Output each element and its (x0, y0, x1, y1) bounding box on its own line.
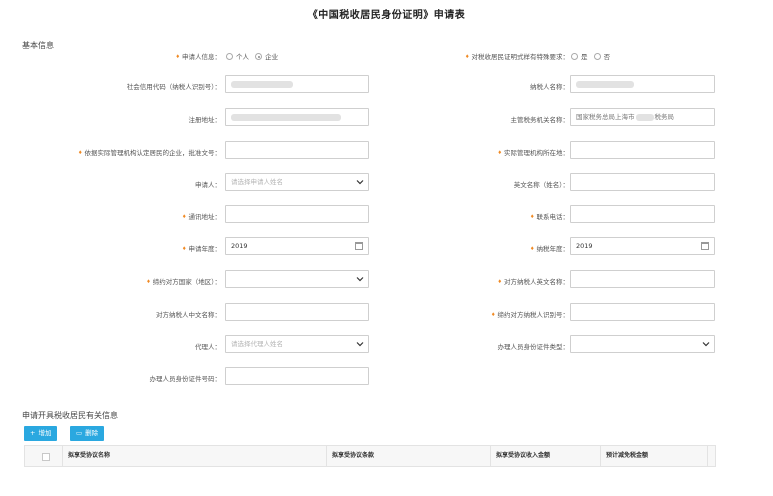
tax-year-label: 纳税年度： (530, 243, 570, 253)
counterparty-cn-name-label: 对方纳税人中文名称： (156, 311, 221, 319)
phone-input[interactable] (570, 205, 715, 223)
radio-no-label[interactable]: 否 (604, 53, 611, 61)
radio-no[interactable] (593, 53, 601, 60)
credit-code-label: 社会信用代码（纳税人识别号）： (126, 83, 221, 91)
select-all-checkbox[interactable] (42, 453, 50, 461)
applicant-select[interactable]: 请选择申请人姓名 (225, 173, 369, 191)
radio-person-label[interactable]: 个人 (236, 53, 249, 61)
radio-yes-label[interactable]: 是 (581, 53, 588, 61)
table-header: 拟享受协议名称 (62, 446, 326, 466)
special-format-radios: 是 否 (567, 51, 610, 61)
counterparty-tax-id-input[interactable] (570, 303, 715, 321)
handler-id-no-label: 办理人员身份证件号码： (149, 375, 222, 383)
actual-mgmt-location-label: 实际管理机构所在地： (498, 147, 569, 157)
handler-id-type-select[interactable] (570, 335, 715, 353)
english-name-label: 英文名称（姓名）： (513, 181, 569, 189)
english-name-input[interactable] (570, 173, 715, 191)
reg-address-input[interactable] (225, 108, 369, 126)
approval-no-label: 依据实际管理机构认定居民的企业，批准文号： (78, 147, 222, 157)
agent-select[interactable]: 请选择代理人姓名 (225, 335, 369, 353)
tax-authority-input: 国家税务总局上海市 税务局 (570, 108, 715, 126)
handler-id-type-label: 办理人员身份证件类型： (497, 343, 570, 351)
contact-address-label: 通讯地址： (182, 211, 222, 221)
credit-code-input[interactable] (225, 75, 369, 93)
radio-company-label[interactable]: 企业 (265, 53, 278, 61)
counterparty-tax-id-label: 缔约对方纳税人识别号： (491, 309, 570, 319)
tax-authority-label: 主管税务机关名称： (510, 116, 570, 124)
special-format-label: 对税收居民证明式样有特殊要求： (465, 51, 570, 61)
apply-year-label: 申请年度： (182, 243, 222, 253)
agreement-table: 拟享受协议名称 拟享受协议条款 拟享受协议收入金额 预计减免税金额 (24, 445, 716, 467)
redacted-value (231, 80, 293, 88)
approval-no-input[interactable] (225, 141, 369, 159)
chevron-down-icon (356, 180, 364, 185)
trash-icon: ▭ (76, 429, 83, 437)
section-basic-info: 基本信息 (22, 41, 54, 50)
table-header: 预计减免税金额 (600, 446, 708, 466)
radio-company[interactable] (255, 53, 263, 60)
calendar-icon[interactable] (355, 242, 363, 250)
applicant-label: 申请人： (195, 181, 221, 189)
treaty-country-label: 缔约对方国家（地区）： (146, 276, 221, 286)
applicant-info-label: 申请人信息： (176, 51, 221, 61)
counterparty-en-name-label: 对方纳税人英文名称： (498, 276, 569, 286)
apply-year-input[interactable]: 2019 (225, 237, 369, 255)
redacted-value (576, 80, 634, 88)
radio-person[interactable] (226, 53, 233, 60)
chevron-down-icon (356, 277, 364, 282)
applicant-type-radios: 个人 企业 (222, 51, 278, 61)
section-related-info: 申请开具税收居民有关信息 (22, 411, 118, 420)
table-header: 拟享受协议条款 (326, 446, 490, 466)
taxpayer-name-input[interactable] (570, 75, 715, 93)
treaty-country-select[interactable] (225, 270, 369, 288)
counterparty-cn-name-input[interactable] (225, 303, 369, 321)
redacted-value (231, 113, 341, 121)
tax-year-input[interactable]: 2019 (570, 237, 715, 255)
handler-id-no-input[interactable] (225, 367, 369, 385)
agent-label: 代理人： (195, 343, 221, 351)
page-title: 《中国税收居民身份证明》申请表 (307, 10, 466, 21)
counterparty-en-name-input[interactable] (570, 270, 715, 288)
reg-address-label: 注册地址： (188, 116, 222, 124)
chevron-down-icon (702, 342, 710, 347)
actual-mgmt-location-input[interactable] (570, 141, 715, 159)
plus-icon: + (30, 429, 36, 437)
phone-label: 联系电话： (530, 211, 570, 221)
radio-yes[interactable] (571, 53, 578, 60)
calendar-icon[interactable] (701, 242, 709, 250)
add-button[interactable]: + 增加 (24, 426, 58, 441)
contact-address-input[interactable] (225, 205, 369, 223)
chevron-down-icon (356, 342, 364, 347)
table-header: 拟享受协议收入金额 (490, 446, 600, 466)
redacted-value (635, 113, 654, 121)
delete-button[interactable]: ▭ 删除 (70, 426, 105, 441)
taxpayer-name-label: 纳税人名称： (530, 83, 569, 91)
